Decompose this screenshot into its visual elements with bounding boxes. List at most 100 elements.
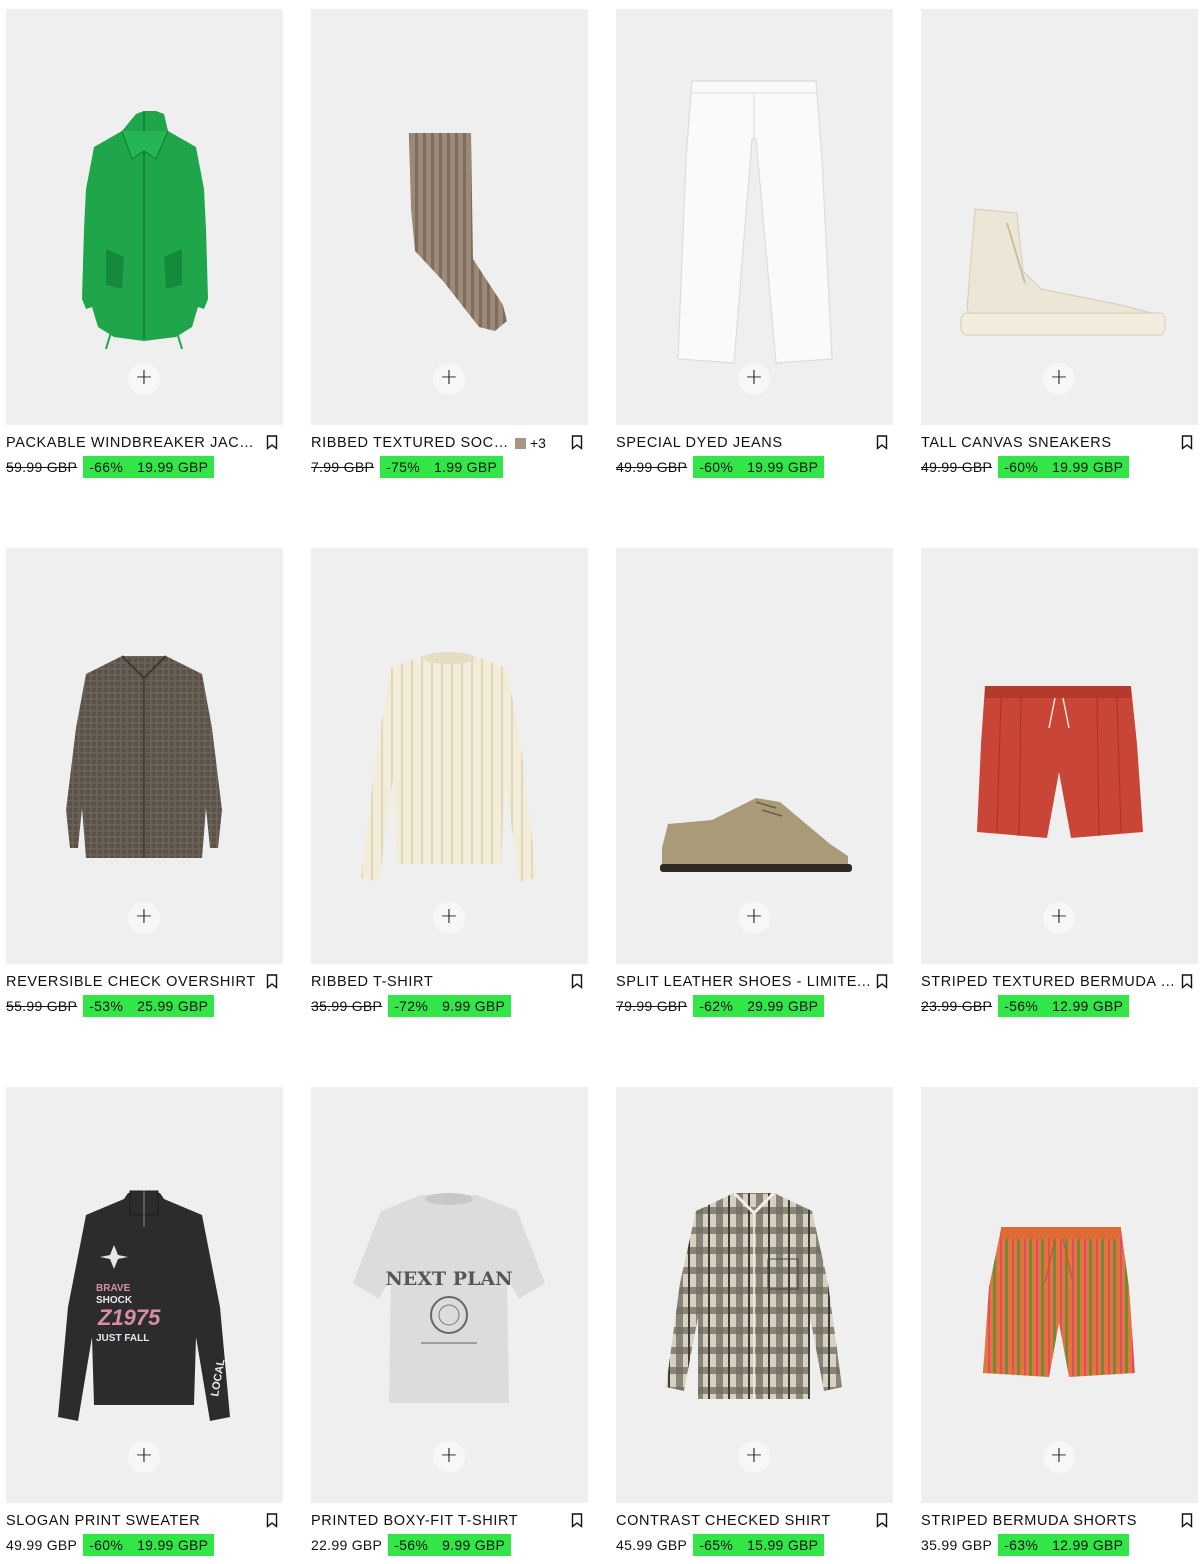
discount-percent: -56% [394,1537,429,1553]
product-name[interactable]: TALL CANVAS SNEAKERS [921,435,1176,451]
product-name[interactable]: SPLIT LEATHER SHOES - LIMITE... [616,974,871,990]
product-image[interactable]: + [921,9,1198,425]
tshirt-print-slogan: NEXT PLAN [385,1268,512,1290]
bookmark-icon[interactable] [1181,435,1193,450]
discount-percent: -53% [89,998,124,1014]
product-name[interactable]: STRIPED BERMUDA SHORTS [921,1513,1176,1529]
sale-badge: -63% 12.99 GBP [998,1534,1130,1556]
sale-badge: -75% 1.99 GBP [380,456,504,478]
product-name[interactable]: PRINTED BOXY-FIT T-SHIRT [311,1513,566,1529]
sale-badge: -56% 12.99 GBP [998,995,1130,1017]
bookmark-icon[interactable] [266,974,278,989]
product-image[interactable]: + [311,9,588,425]
product-image[interactable]: NEXT PLAN + [311,1087,588,1503]
original-price: 49.99 GBP [921,459,993,475]
sale-badge: -60% 19.99 GBP [998,456,1130,478]
original-price: 35.99 GBP [921,1537,993,1553]
product-image[interactable]: + [6,548,283,964]
product-name[interactable]: SLOGAN PRINT SWEATER [6,1513,261,1529]
sale-price: 1.99 GBP [434,459,498,475]
sale-badge: -65% 15.99 GBP [693,1534,825,1556]
add-to-cart-button[interactable]: + [433,902,465,934]
discount-percent: -75% [386,459,420,475]
sale-price: 19.99 GBP [137,1537,209,1553]
product-name[interactable]: PACKABLE WINDBREAKER JACKET [6,435,261,451]
original-price: 23.99 GBP [921,998,993,1014]
add-to-cart-button[interactable]: + [128,902,160,934]
add-to-cart-button[interactable]: + [738,363,770,395]
bookmark-icon[interactable] [266,435,278,450]
sale-price: 25.99 GBP [137,998,209,1014]
add-to-cart-button[interactable]: + [128,363,160,395]
discount-percent: -60% [699,459,734,475]
discount-percent: -60% [1004,459,1039,475]
discount-percent: -72% [394,998,429,1014]
add-to-cart-button[interactable]: + [738,1441,770,1473]
bookmark-icon[interactable] [876,435,888,450]
original-price: 7.99 GBP [311,459,375,475]
discount-percent: -62% [699,998,734,1014]
bookmark-icon[interactable] [266,1513,278,1528]
sale-price: 9.99 GBP [442,998,506,1014]
sale-price: 15.99 GBP [747,1537,819,1553]
bookmark-icon[interactable] [1181,974,1193,989]
sale-price: 19.99 GBP [747,459,819,475]
bookmark-icon[interactable] [571,1513,583,1528]
sweater-print-just-fall: JUST FALL [96,1333,149,1344]
more-colors-count: +3 [530,435,546,451]
sale-badge: -60% 19.99 GBP [83,1534,215,1556]
discount-percent: -56% [1004,998,1039,1014]
original-price: 35.99 GBP [311,998,383,1014]
product-name[interactable]: RIBBED T-SHIRT [311,974,566,990]
original-price: 49.99 GBP [616,459,688,475]
product-name[interactable]: RIBBED TEXTURED SOCKS [311,435,511,451]
product-image[interactable]: BRAVE SHOCK Z1975 JUST FALL LOCAL + [6,1087,283,1503]
color-options[interactable]: +3 [515,435,546,451]
product-image[interactable]: + [616,9,893,425]
discount-percent: -65% [699,1537,734,1553]
bookmark-icon[interactable] [571,435,583,450]
sweater-print-brave: BRAVE [96,1283,131,1294]
sale-price: 12.99 GBP [1052,1537,1124,1553]
sale-badge: -66% 19.99 GBP [83,456,215,478]
sale-price: 19.99 GBP [137,459,209,475]
bookmark-icon[interactable] [876,1513,888,1528]
product-image[interactable]: + [616,548,893,964]
sale-badge: -56% 9.99 GBP [388,1534,512,1556]
add-to-cart-button[interactable]: + [128,1441,160,1473]
sale-price: 19.99 GBP [1052,459,1124,475]
add-to-cart-button[interactable]: + [1043,363,1075,395]
product-image[interactable]: + [921,1087,1198,1503]
product-name[interactable]: STRIPED TEXTURED BERMUDA S... [921,974,1176,990]
bookmark-icon[interactable] [1181,1513,1193,1528]
product-name[interactable]: REVERSIBLE CHECK OVERSHIRT [6,974,261,990]
product-name[interactable]: SPECIAL DYED JEANS [616,435,871,451]
add-to-cart-button[interactable]: + [738,902,770,934]
discount-percent: -60% [89,1537,124,1553]
bookmark-icon[interactable] [876,974,888,989]
original-price: 59.99 GBP [6,459,78,475]
sale-badge: -72% 9.99 GBP [388,995,512,1017]
add-to-cart-button[interactable]: + [1043,902,1075,934]
add-to-cart-button[interactable]: + [433,363,465,395]
add-to-cart-button[interactable]: + [1043,1441,1075,1473]
product-image[interactable]: + [616,1087,893,1503]
original-price: 45.99 GBP [616,1537,688,1553]
product-image[interactable]: + [311,548,588,964]
color-swatch[interactable] [515,437,526,449]
sale-badge: -60% 19.99 GBP [693,456,825,478]
sale-badge: -53% 25.99 GBP [83,995,215,1017]
sale-price: 9.99 GBP [442,1537,506,1553]
sweater-print-z1975: Z1975 [97,1305,161,1330]
product-image[interactable]: + [6,9,283,425]
original-price: 79.99 GBP [616,998,688,1014]
bookmark-icon[interactable] [571,974,583,989]
product-grid: + PACKABLE WINDBREAKER JACKET 59.99 GBP … [0,0,1200,1564]
add-to-cart-button[interactable]: + [433,1441,465,1473]
product-image[interactable]: + [921,548,1198,964]
sale-price: 29.99 GBP [747,998,819,1014]
sale-badge: -62% 29.99 GBP [693,995,825,1017]
original-price: 22.99 GBP [311,1537,383,1553]
product-name[interactable]: CONTRAST CHECKED SHIRT [616,1513,871,1529]
discount-percent: -63% [1004,1537,1039,1553]
